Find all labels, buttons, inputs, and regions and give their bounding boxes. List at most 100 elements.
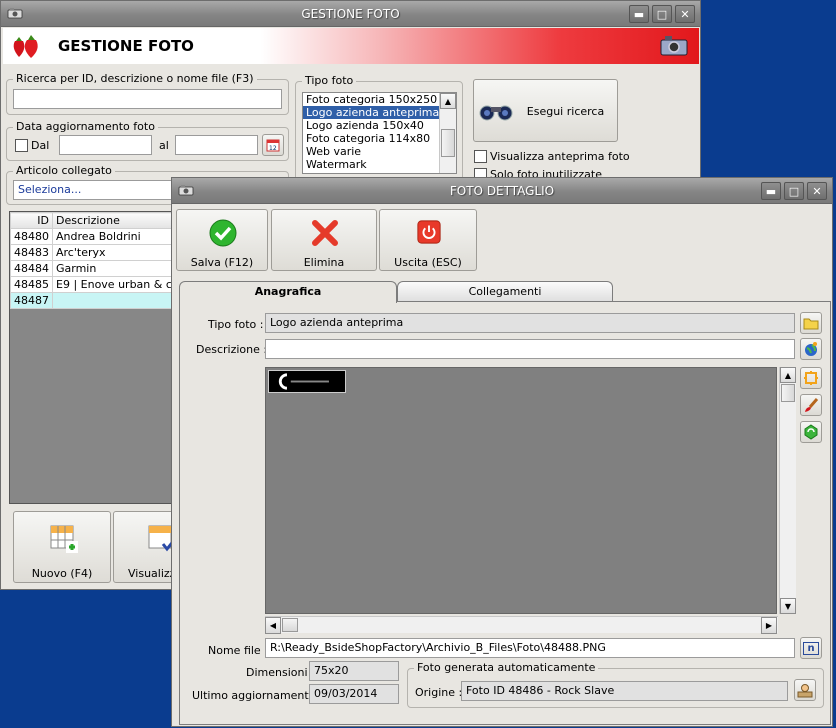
- search-input[interactable]: [13, 89, 282, 109]
- view-button-label: Visualizza: [128, 567, 174, 580]
- photo-type-label: Tipo foto: [302, 74, 357, 87]
- article-select[interactable]: Seleziona...: [13, 180, 173, 200]
- preview-horizontal-scrollbar[interactable]: ◀ ▶: [265, 616, 778, 634]
- photo-type-scrollbar[interactable]: ▲: [439, 93, 456, 173]
- new-button-label: Nuovo (F4): [31, 567, 93, 580]
- photo-type-item[interactable]: Immagini prodotti: [303, 171, 456, 173]
- calendar-icon: 12: [266, 139, 280, 152]
- save-button[interactable]: Salva (F12): [176, 209, 268, 271]
- origin-link-button[interactable]: [794, 679, 816, 701]
- exit-button[interactable]: Uscita (ESC): [379, 209, 477, 271]
- scroll-down-arrow[interactable]: ▼: [780, 598, 796, 614]
- add-grid-icon: [50, 525, 78, 553]
- detail-titlebar[interactable]: FOTO DETTAGLIO ▬ □ ✕: [172, 178, 832, 204]
- minimize-button[interactable]: ▬: [761, 182, 781, 200]
- scroll-left-arrow[interactable]: ◀: [265, 617, 281, 634]
- minimize-button[interactable]: ▬: [629, 5, 649, 23]
- view-button[interactable]: Visualizza: [113, 511, 175, 583]
- maximize-button[interactable]: □: [652, 5, 672, 23]
- image-preview: [265, 367, 777, 614]
- table-row[interactable]: 48485 E9 | Enove urban & climb: [10, 276, 188, 293]
- table-row[interactable]: 48480 Andrea Boldrini: [10, 228, 188, 245]
- main-titlebar[interactable]: GESTIONE FOTO ▬ □ ✕: [1, 1, 700, 27]
- row-id: 48484: [10, 260, 53, 277]
- resize-icon: [804, 371, 818, 385]
- tab-anagrafica[interactable]: Anagrafica: [179, 281, 397, 303]
- origin-field: Foto ID 48486 - Rock Slave: [461, 681, 788, 701]
- brush-icon: [805, 398, 819, 412]
- row-id: 48485: [10, 276, 53, 293]
- row-description: Garmin: [52, 260, 188, 277]
- filename-input[interactable]: R:\Ready_BsideShopFactory\Archivio_B_Fil…: [265, 638, 795, 658]
- tab-collegamenti[interactable]: Collegamenti: [397, 281, 613, 302]
- photo-type-item[interactable]: Logo azienda anteprima: [303, 106, 456, 119]
- preview-checkbox[interactable]: [474, 150, 487, 163]
- logo-glyph-icon: [278, 373, 329, 390]
- dimensions-label: Dimensioni :: [246, 666, 315, 679]
- scroll-thumb[interactable]: [781, 384, 795, 402]
- search-label: Ricerca per ID, descrizione o nome file …: [13, 72, 257, 85]
- photo-type-list[interactable]: Foto categoria 150x250 Logo azienda antep…: [302, 92, 457, 174]
- checkmark-icon: [209, 219, 237, 247]
- date-group-label: Data aggiornamento foto: [13, 120, 158, 133]
- maximize-button[interactable]: □: [784, 182, 804, 200]
- description-label: Descrizione :: [196, 343, 268, 356]
- description-input[interactable]: [265, 339, 795, 359]
- results-grid: ID Descrizione 48480 Andrea Boldrini 48483…: [9, 211, 189, 504]
- table-row[interactable]: 48484 Garmin: [10, 260, 188, 277]
- scroll-up-arrow[interactable]: ▲: [440, 93, 456, 109]
- table-row[interactable]: 48487: [10, 292, 188, 309]
- scroll-thumb[interactable]: [282, 618, 298, 632]
- date-from-label: Dal: [31, 139, 50, 152]
- globe-icon: [805, 342, 817, 356]
- row-description: Andrea Boldrini: [52, 228, 188, 245]
- filename-action-button[interactable]: n: [800, 637, 822, 659]
- scroll-up-arrow[interactable]: ▲: [780, 367, 796, 383]
- recycle-icon: [804, 424, 818, 440]
- date-from-input[interactable]: [59, 135, 152, 155]
- delete-button[interactable]: Elimina: [271, 209, 377, 271]
- column-header-description[interactable]: Descrizione: [52, 212, 188, 229]
- globe-button[interactable]: [800, 338, 822, 360]
- column-header-id[interactable]: ID: [10, 212, 53, 229]
- photo-type-item[interactable]: Watermark: [303, 158, 456, 171]
- camera-header-icon: [660, 36, 688, 56]
- photo-type-item[interactable]: Foto categoria 114x80: [303, 132, 456, 145]
- preview-vertical-scrollbar[interactable]: ▲ ▼: [779, 367, 796, 614]
- close-button[interactable]: ✕: [675, 5, 695, 23]
- execute-search-button[interactable]: Esegui ricerca: [473, 79, 618, 142]
- date-from-checkbox[interactable]: [15, 139, 28, 152]
- resize-button[interactable]: [800, 367, 822, 389]
- auto-generated-label: Foto generata automaticamente: [414, 661, 599, 674]
- table-row[interactable]: 48483 Arc'teryx: [10, 244, 188, 261]
- row-id: 48487: [10, 292, 53, 309]
- save-button-label: Salva (F12): [190, 256, 254, 269]
- brush-button[interactable]: [800, 394, 822, 416]
- detail-window: FOTO DETTAGLIO ▬ □ ✕ Salva (F12) Elimina…: [171, 177, 833, 727]
- results-table: ID Descrizione 48480 Andrea Boldrini 48483…: [10, 212, 188, 309]
- folder-icon: [803, 318, 819, 330]
- date-to-input[interactable]: [175, 135, 258, 155]
- power-icon: [417, 220, 441, 244]
- photo-type-item[interactable]: Web varie: [303, 145, 456, 158]
- updated-field: 09/03/2014: [309, 684, 399, 704]
- dimensions-field: 75x20: [309, 661, 399, 681]
- row-id: 48480: [10, 228, 53, 245]
- updated-label: Ultimo aggiornamento :: [192, 689, 323, 702]
- filename-action-label: n: [803, 641, 819, 655]
- date-to-label: al: [159, 139, 169, 152]
- scroll-right-arrow[interactable]: ▶: [761, 617, 777, 634]
- photo-type-item[interactable]: Foto categoria 150x250: [303, 93, 456, 106]
- new-button[interactable]: Nuovo (F4): [13, 511, 111, 583]
- row-description: Arc'teryx: [52, 244, 188, 261]
- recycle-button[interactable]: [800, 421, 822, 443]
- filename-label: Nome file :: [208, 644, 268, 657]
- main-window-title: GESTIONE FOTO: [301, 7, 400, 21]
- folder-button[interactable]: [800, 312, 822, 334]
- binoculars-icon: [479, 105, 513, 121]
- origin-label: Origine :: [415, 686, 463, 699]
- scroll-thumb[interactable]: [441, 129, 455, 157]
- close-button[interactable]: ✕: [807, 182, 827, 200]
- calendar-button[interactable]: 12: [262, 134, 284, 156]
- photo-type-item[interactable]: Logo azienda 150x40: [303, 119, 456, 132]
